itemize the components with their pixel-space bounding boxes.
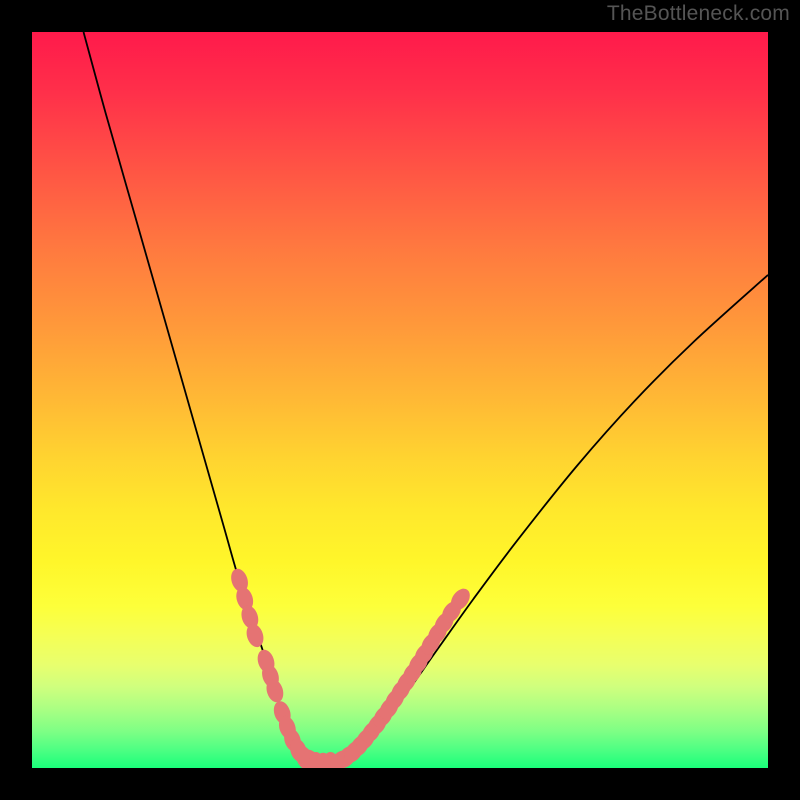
watermark-text: TheBottleneck.com [607,2,790,26]
chart-frame: TheBottleneck.com [0,0,800,800]
bead-overlay [228,567,473,768]
curve-layer [32,32,768,768]
plot-area [32,32,768,768]
